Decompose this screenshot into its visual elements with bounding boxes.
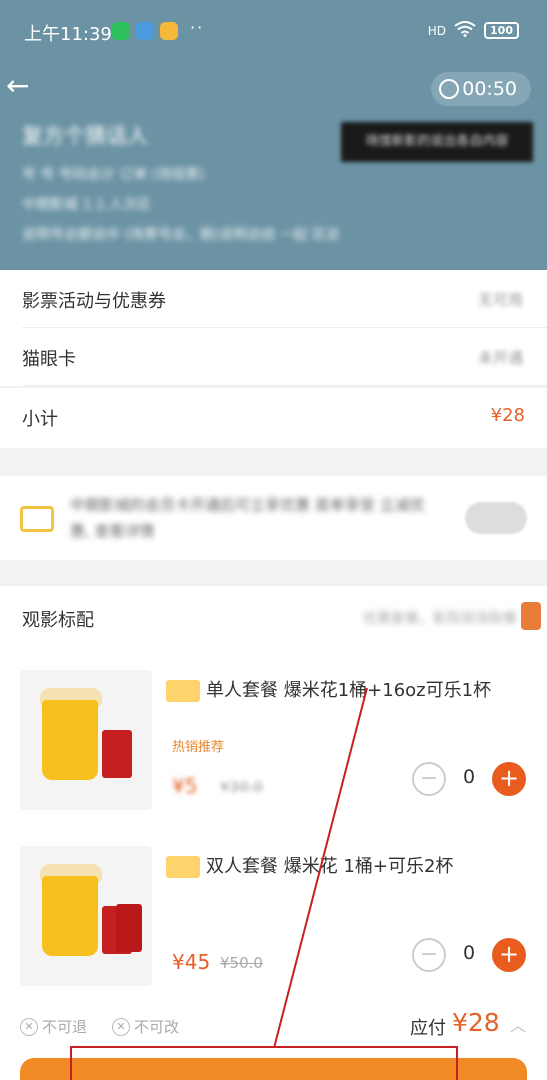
annotation-arrow: [273, 687, 368, 1049]
annotation-box: [70, 1046, 458, 1080]
